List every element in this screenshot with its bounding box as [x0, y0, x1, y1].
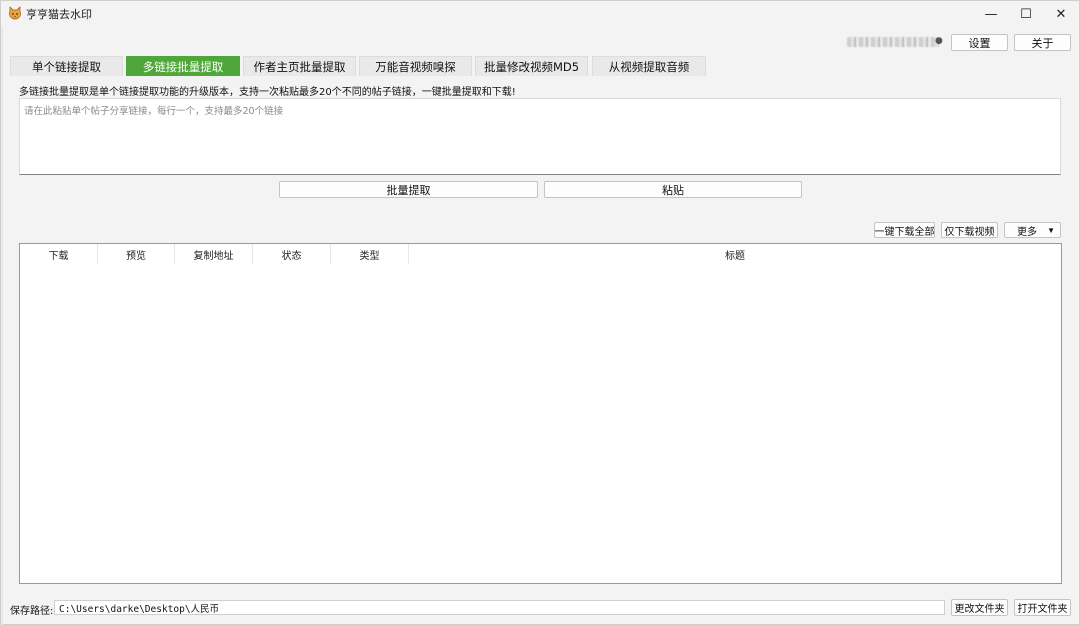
download-all-button[interactable]: 一键下载全部 [874, 222, 935, 238]
change-folder-button[interactable]: 更改文件夹 [951, 599, 1008, 616]
feature-description: 多链接批量提取是单个链接提取功能的升级版本，支持一次粘贴最多20个不同的帖子链接… [19, 87, 516, 98]
paste-button[interactable]: 粘贴 [544, 181, 802, 198]
window-edge [1, 27, 3, 625]
cat-logo-icon [9, 6, 21, 20]
column-header-status[interactable]: 状态 [253, 244, 331, 264]
dropdown-arrow-icon: ▼ [1047, 226, 1055, 235]
about-button[interactable]: 关于 [1014, 34, 1071, 51]
column-header-download[interactable]: 下载 [20, 244, 98, 264]
column-header-title[interactable]: 标题 [409, 244, 1061, 264]
save-path-label: 保存路径: [10, 606, 54, 617]
results-table[interactable]: 下载 预览 复制地址 状态 类型 标题 [19, 243, 1062, 584]
maximize-button[interactable]: ☐ [1007, 1, 1045, 27]
tab-media-sniffer[interactable]: 万能音视频嗅探 [359, 56, 472, 76]
column-header-preview[interactable]: 预览 [98, 244, 175, 264]
save-path-input[interactable] [54, 600, 945, 615]
more-label: 更多 [1017, 226, 1037, 238]
tab-extract-audio[interactable]: 从视频提取音频 [592, 56, 706, 76]
window-title: 亨亨猫去水印 [26, 8, 92, 21]
download-video-only-button[interactable]: 仅下载视频 [941, 222, 998, 238]
settings-button[interactable]: 设置 [951, 34, 1008, 51]
batch-extract-button[interactable]: 批量提取 [279, 181, 538, 198]
more-dropdown[interactable]: 更多 ▼ [1004, 222, 1061, 238]
minimize-button[interactable]: — [972, 1, 1010, 27]
tab-batch-md5[interactable]: 批量修改视频MD5 [475, 56, 588, 76]
tab-multi-link[interactable]: 多链接批量提取 [126, 56, 240, 76]
tab-author-homepage[interactable]: 作者主页批量提取 [243, 56, 356, 76]
links-input[interactable] [19, 98, 1061, 175]
app-window: 亨亨猫去水印 — ☐ ✕ ● 设置 关于 单个链接提取 多链接批量提取 作者主页… [0, 0, 1080, 625]
open-folder-button[interactable]: 打开文件夹 [1014, 599, 1071, 616]
title-bar[interactable]: 亨亨猫去水印 — ☐ ✕ [1, 1, 1079, 27]
column-header-copy-url[interactable]: 复制地址 [175, 244, 253, 264]
blurred-user-info [847, 37, 939, 47]
table-header: 下载 预览 复制地址 状态 类型 标题 [20, 244, 1061, 264]
column-header-type[interactable]: 类型 [331, 244, 409, 264]
user-status-icon: ● [935, 36, 943, 46]
close-button[interactable]: ✕ [1042, 1, 1080, 27]
tab-single-link[interactable]: 单个链接提取 [10, 56, 123, 76]
